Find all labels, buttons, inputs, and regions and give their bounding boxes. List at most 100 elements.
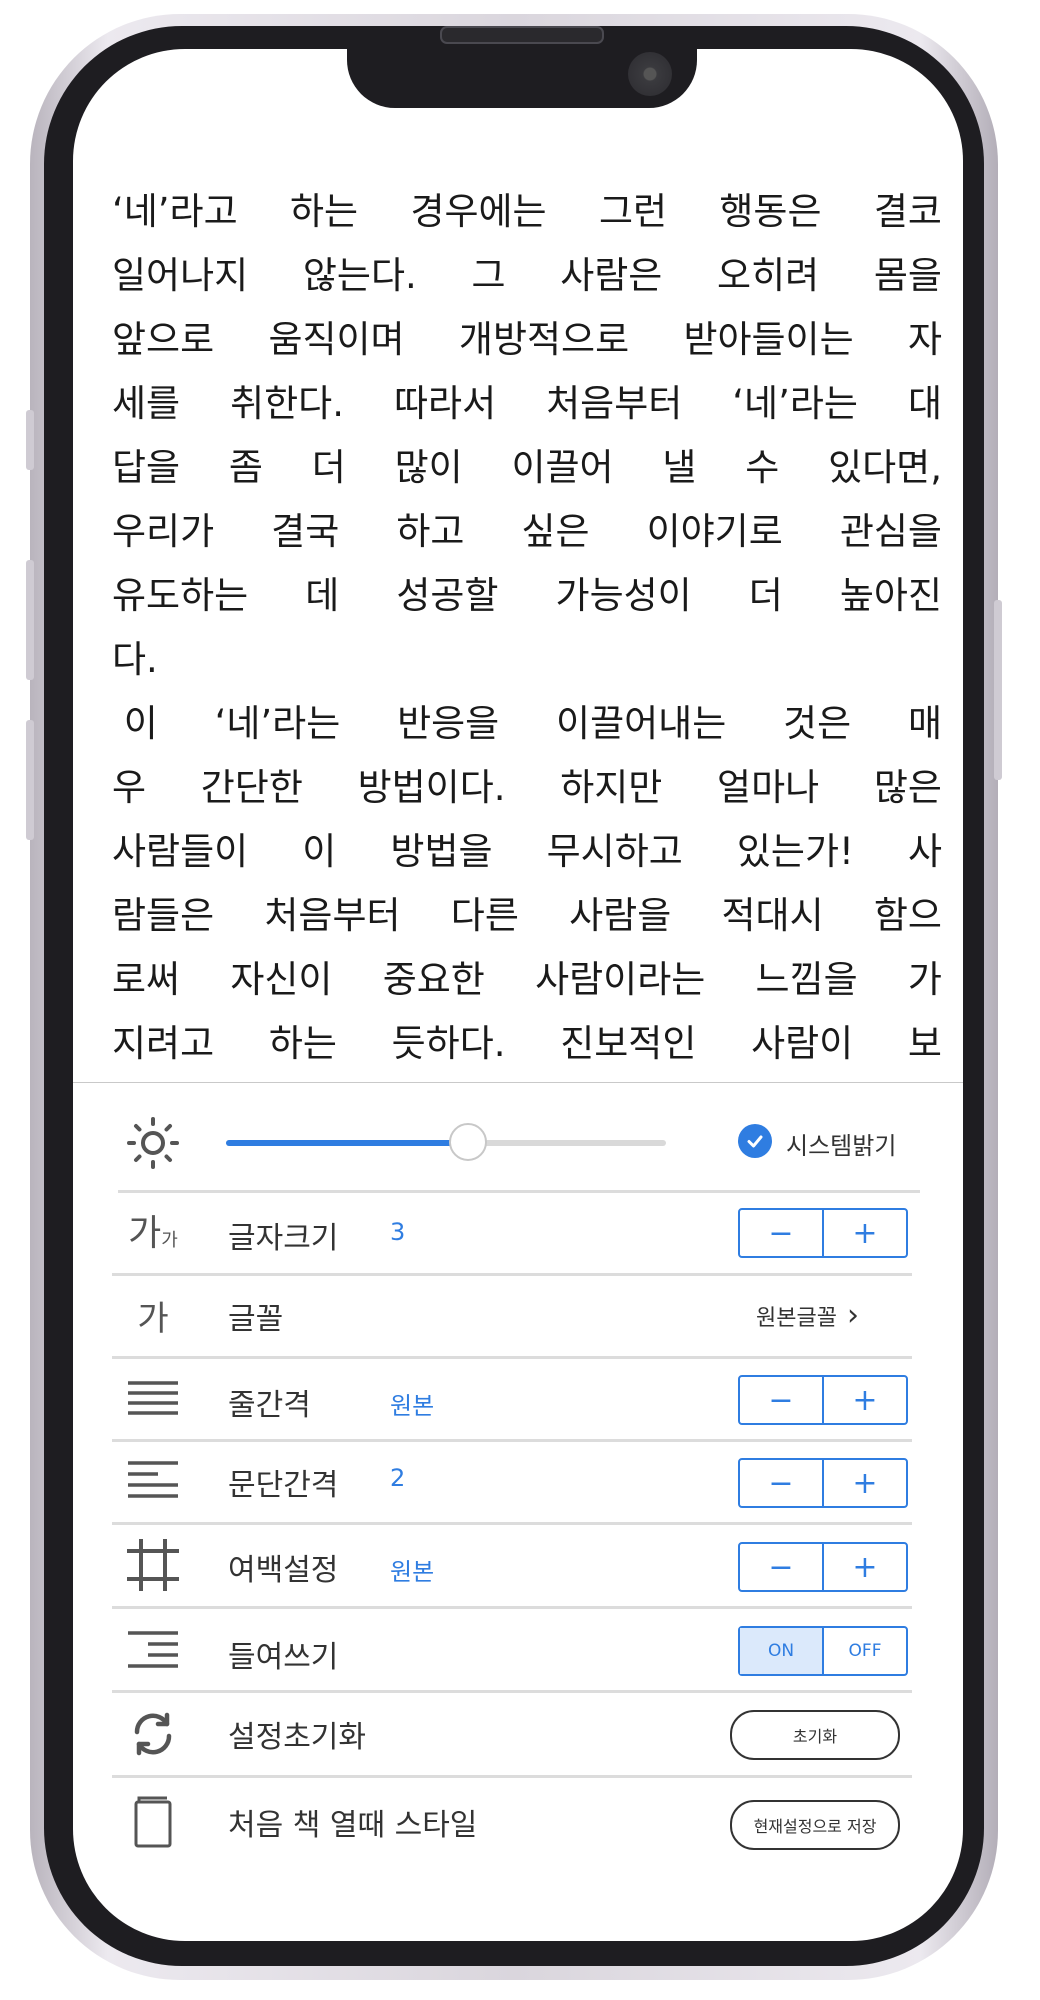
text-line: 유도하는 데 성공할 가능성이 더 높아진 bbox=[112, 564, 942, 628]
text-word: 로써 bbox=[112, 958, 181, 1001]
text-word: 있다면, bbox=[828, 446, 942, 489]
font-size-increase-button[interactable]: + bbox=[824, 1210, 906, 1256]
text-word: 몸을 bbox=[873, 254, 942, 297]
text-word: 가능성이 bbox=[555, 574, 692, 617]
text-line: 우 간단한 방법이다. 하지만 얼마나 많은 bbox=[112, 756, 942, 820]
text-word: 세를 bbox=[112, 382, 181, 425]
margin-stepper: − + bbox=[738, 1542, 908, 1592]
font-size-icon: 가가 bbox=[128, 1213, 178, 1254]
text-word: 성공할 bbox=[396, 574, 499, 617]
text-line: 로써 자신이 중요한 사람이라는 느낌을 가 bbox=[112, 948, 942, 1012]
divider bbox=[112, 1775, 912, 1778]
font-size-decrease-button[interactable]: − bbox=[740, 1210, 824, 1256]
font-select-value: 원본글꼴 bbox=[756, 1306, 837, 1331]
text-word: 보 bbox=[907, 1022, 942, 1065]
text-word: 것은 bbox=[783, 702, 852, 745]
text-word: 결국 bbox=[271, 510, 340, 553]
text-word: 답을 bbox=[112, 446, 181, 489]
first-open-style-label: 처음 책 열때 스타일 bbox=[228, 1808, 478, 1843]
text-word: ‘네’라는 bbox=[214, 702, 341, 745]
paragraph-spacing-value: 2 bbox=[390, 1464, 406, 1492]
text-word: 경우에는 bbox=[410, 190, 547, 233]
paragraph-spacing-increase-button[interactable]: + bbox=[824, 1460, 906, 1506]
text-line: 우리가 결국 하고 싶은 이야기로 관심을 bbox=[112, 500, 942, 564]
text-word: 사람들이 bbox=[112, 830, 249, 873]
text-word: 지려고 bbox=[112, 1022, 215, 1065]
text-line: 세를 취한다. 따라서 처음부터 ‘네’라는 대 bbox=[112, 372, 942, 436]
margin-value: 원본 bbox=[390, 1558, 435, 1586]
text-word: 좀 bbox=[228, 446, 263, 489]
text-word: 매 bbox=[907, 702, 942, 745]
system-brightness-checkbox[interactable] bbox=[738, 1124, 772, 1158]
text-line: 답을 좀 더 많이 이끌어 낼 수 있다면, bbox=[112, 436, 942, 500]
font-select[interactable]: 원본글꼴 › bbox=[756, 1300, 859, 1332]
line-spacing-decrease-button[interactable]: − bbox=[740, 1377, 824, 1423]
line-spacing-icon bbox=[118, 1375, 188, 1423]
text-word: 무시하고 bbox=[546, 830, 683, 873]
text-word: 자 bbox=[907, 318, 942, 361]
text-word: 하고 bbox=[396, 510, 465, 553]
text-word: 적대시 bbox=[721, 894, 824, 937]
phone-volume-up bbox=[26, 560, 34, 680]
system-brightness-label: 시스템밝기 bbox=[786, 1132, 897, 1160]
text-word: 오히려 bbox=[717, 254, 820, 297]
margin-increase-button[interactable]: + bbox=[824, 1544, 906, 1590]
save-current-settings-button[interactable]: 현재설정으로 저장 bbox=[730, 1800, 900, 1850]
phone-speaker bbox=[440, 26, 604, 44]
text-word: 이 bbox=[302, 830, 337, 873]
text-word: 않는다. bbox=[302, 254, 417, 297]
check-icon bbox=[747, 1135, 763, 1148]
text-word: 받아들이는 bbox=[683, 318, 854, 361]
text-word: 낼 bbox=[662, 446, 697, 489]
text-word: 대 bbox=[907, 382, 942, 425]
text-line: 이 ‘네’라는 반응을 이끌어내는 것은 매 bbox=[112, 692, 942, 756]
divider bbox=[112, 1606, 912, 1609]
text-word: 방법이다. bbox=[357, 766, 506, 809]
text-word: 유도하는 bbox=[112, 574, 249, 617]
text-word: 움직이며 bbox=[268, 318, 405, 361]
text-word: 이끌어내는 bbox=[556, 702, 727, 745]
text-word: 사 bbox=[907, 830, 942, 873]
margin-decrease-button[interactable]: − bbox=[740, 1544, 824, 1590]
text-word: 하지만 bbox=[560, 766, 663, 809]
text-word: 결코 bbox=[873, 190, 942, 233]
brightness-slider-thumb[interactable] bbox=[449, 1123, 487, 1161]
text-word: 그 bbox=[471, 254, 506, 297]
paragraph-spacing-decrease-button[interactable]: − bbox=[740, 1460, 824, 1506]
phone-volume-down bbox=[26, 720, 34, 840]
reset-button[interactable]: 초기화 bbox=[730, 1710, 900, 1760]
indent-on-button[interactable]: ON bbox=[740, 1628, 824, 1674]
text-word: 수 bbox=[745, 446, 780, 489]
text-word: 사람이 bbox=[751, 1022, 854, 1065]
brightness-slider[interactable] bbox=[226, 1123, 666, 1161]
text-word: 이 bbox=[112, 702, 158, 745]
reset-settings-label: 설정초기화 bbox=[228, 1720, 366, 1755]
text-word: 자신이 bbox=[230, 958, 333, 1001]
text-word: 하는 bbox=[290, 190, 359, 233]
phone-power-button bbox=[994, 600, 1002, 780]
text-word: 이끌어 bbox=[511, 446, 614, 489]
text-line: 사람들이 이 방법을 무시하고 있는가! 사 bbox=[112, 820, 942, 884]
text-word: 다. bbox=[112, 638, 158, 681]
divider bbox=[112, 1690, 912, 1693]
text-word: 람들은 bbox=[112, 894, 215, 937]
text-line: 지려고 하는 듯하다. 진보적인 사람이 보 bbox=[112, 1012, 942, 1075]
font-size-value: 3 bbox=[390, 1218, 406, 1246]
text-word: 우 bbox=[112, 766, 147, 809]
reader-text-area[interactable]: ‘네’라고 하는 경우에는 그런 행동은 결코 일어나지 않는다. 그 사람은 오히려 몸을 앞으로 움직… bbox=[112, 180, 942, 1075]
text-word: ‘네’라고 bbox=[112, 190, 238, 233]
text-word: 사람은 bbox=[560, 254, 663, 297]
text-word: 간단한 bbox=[200, 766, 303, 809]
text-word: ‘네’라는 bbox=[732, 382, 858, 425]
settings-panel-divider bbox=[73, 1082, 963, 1083]
text-word: 있는가! bbox=[736, 830, 854, 873]
text-line: 람들은 처음부터 다른 사람을 적대시 함으 bbox=[112, 884, 942, 948]
font-size-stepper: − + bbox=[738, 1208, 908, 1258]
indent-off-button[interactable]: OFF bbox=[824, 1628, 906, 1674]
refresh-icon bbox=[118, 1708, 188, 1760]
paragraph-spacing-stepper: − + bbox=[738, 1458, 908, 1508]
line-spacing-increase-button[interactable]: + bbox=[824, 1377, 906, 1423]
text-line: ‘네’라고 하는 경우에는 그런 행동은 결코 bbox=[112, 180, 942, 244]
text-line: 다. bbox=[112, 628, 942, 692]
text-word: 방법을 bbox=[390, 830, 493, 873]
